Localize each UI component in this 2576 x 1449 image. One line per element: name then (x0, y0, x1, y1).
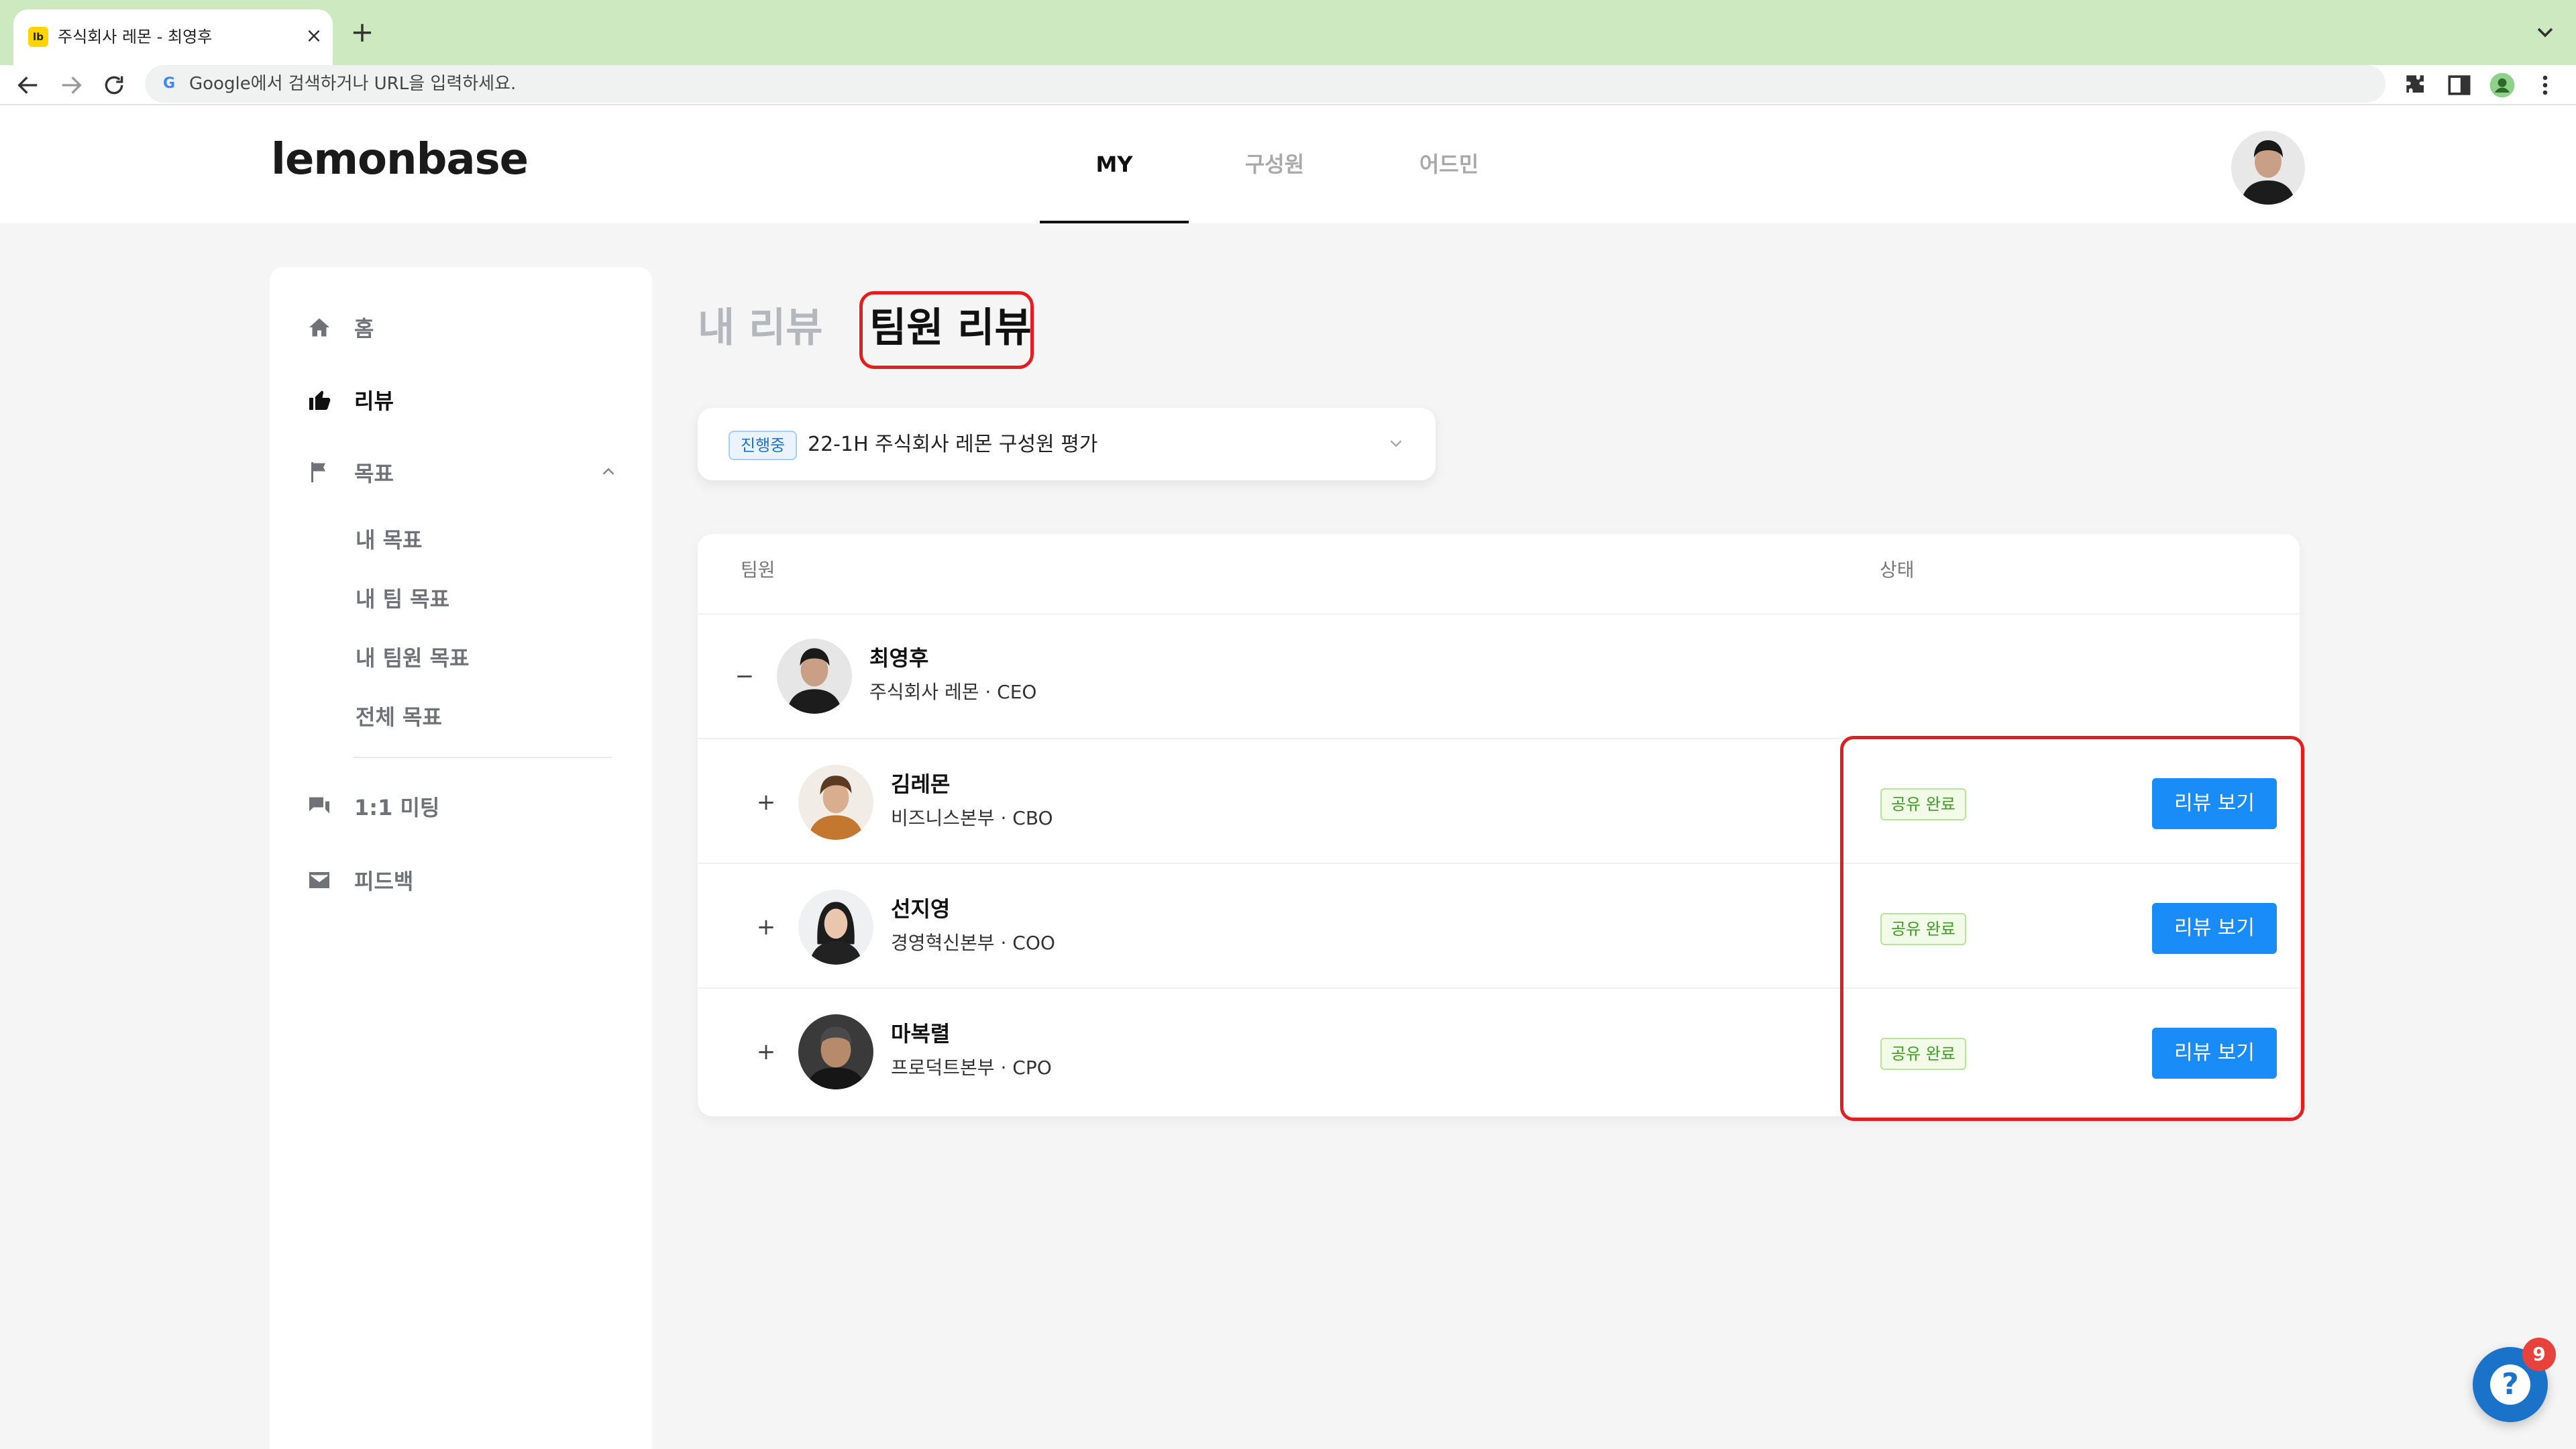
forward-arrow-icon[interactable] (58, 72, 85, 99)
nav-admin[interactable]: 어드민 (1389, 105, 1509, 223)
thumbs-up-icon (306, 386, 333, 413)
collapse-toggle[interactable]: − (731, 663, 758, 690)
sidebar-item-one-on-one[interactable]: 1:1 미팅 (306, 786, 439, 826)
member-name: 마복렬 (891, 1021, 951, 1046)
tab-close-icon[interactable]: × (301, 23, 327, 50)
nav-members[interactable]: 구성원 (1214, 105, 1335, 223)
review-cycle-select[interactable]: 진행중 22-1H 주식회사 레몬 구성원 평가 (698, 408, 1436, 480)
tab-title: 주식회사 레몬 - 최영후 (58, 28, 213, 46)
lemonbase-logo[interactable]: lemonbase (271, 135, 529, 184)
google-g-icon: G (162, 75, 176, 92)
expand-toggle[interactable]: + (753, 1038, 780, 1065)
nav-my[interactable]: MY (1040, 105, 1189, 223)
member-name: 김레몬 (891, 771, 951, 797)
home-icon (306, 314, 333, 341)
sidebar-item-goals[interactable]: 목표 (306, 452, 394, 492)
expand-toggle[interactable]: + (753, 914, 780, 941)
sidebar-subitem-all-goals[interactable]: 전체 목표 (356, 700, 442, 731)
tab-search-chevron-icon[interactable] (2532, 19, 2559, 46)
avatar (798, 1014, 873, 1089)
column-header-member: 팀원 (741, 559, 775, 581)
sidebar-item-review[interactable]: 리뷰 (306, 380, 394, 420)
member-title: 주식회사 레몬 · CEO (869, 681, 1037, 703)
chat-icon (306, 793, 333, 820)
sidebar-item-label: 홈 (354, 316, 374, 341)
lemonbase-favicon-icon: lb (28, 27, 48, 47)
chevron-up-icon[interactable] (598, 462, 619, 482)
sidebar-item-label: 목표 (354, 461, 394, 486)
reload-icon[interactable] (101, 72, 127, 99)
expand-toggle[interactable]: + (753, 789, 780, 816)
highlight-box-status-column (1840, 736, 2304, 1121)
sidebar-item-label: 피드백 (354, 869, 414, 894)
sidebar-item-label: 1:1 미팅 (354, 795, 440, 820)
sidebar-subitem-team-goals[interactable]: 내 팀 목표 (356, 582, 449, 613)
sidebar-divider (353, 757, 612, 758)
sidebar-item-label: 리뷰 (354, 388, 394, 414)
profile-account-icon[interactable] (2487, 70, 2517, 100)
notification-badge: 9 (2522, 1338, 2556, 1371)
avatar (798, 765, 873, 840)
browser-tab-strip: lb 주식회사 레몬 - 최영후 × + (0, 0, 2576, 65)
browser-tab[interactable]: lb 주식회사 레몬 - 최영후 × (13, 9, 333, 65)
tab-my-review[interactable]: 내 리뷰 (698, 295, 823, 354)
member-title: 경영혁신본부 · COO (891, 932, 1055, 954)
cycle-label: 22-1H 주식회사 레몬 구성원 평가 (808, 433, 1098, 456)
member-title: 프로덕트본부 · CPO (891, 1057, 1052, 1079)
sidebar-subitem-my-goals[interactable]: 내 목표 (356, 523, 422, 554)
address-bar-placeholder: Google에서 검색하거나 URL을 입력하세요. (189, 74, 517, 94)
extensions-puzzle-icon[interactable] (2402, 70, 2431, 100)
question-icon: ? (2490, 1364, 2530, 1405)
chevron-down-icon (1386, 433, 1406, 453)
sidebar-item-feedback[interactable]: 피드백 (306, 860, 413, 900)
browser-toolbar: G Google에서 검색하거나 URL을 입력하세요. (0, 65, 2576, 105)
avatar (777, 639, 852, 714)
member-name: 최영후 (869, 645, 929, 671)
mail-icon (306, 867, 333, 894)
avatar (798, 890, 873, 965)
flag-icon (306, 459, 333, 486)
table-row: − 최영후 주식회사 레몬 · CEO (698, 613, 2300, 738)
column-header-status: 상태 (1880, 559, 1915, 581)
sidebar: 홈 리뷰 목표 내 목표 내 팀 목표 내 팀원 목표 전체 목표 1:1 미팅… (270, 267, 652, 1449)
side-panel-icon[interactable] (2445, 70, 2474, 100)
user-avatar[interactable] (2231, 131, 2305, 205)
member-name: 선지영 (891, 896, 951, 922)
member-title: 비즈니스본부 · CBO (891, 807, 1053, 829)
nav-active-indicator (1040, 221, 1189, 223)
back-arrow-icon[interactable] (15, 72, 42, 99)
new-tab-button[interactable]: + (347, 17, 377, 47)
sidebar-item-home[interactable]: 홈 (306, 307, 374, 347)
address-bar[interactable]: G Google에서 검색하거나 URL을 입력하세요. (145, 65, 2385, 103)
browser-menu-icon[interactable] (2530, 70, 2560, 100)
sidebar-subitem-member-goals[interactable]: 내 팀원 목표 (356, 641, 469, 672)
highlight-box-team-tab (859, 291, 1034, 369)
app-header: lemonbase MY 구성원 어드민 (0, 105, 2576, 223)
cycle-status-badge: 진행중 (729, 431, 798, 460)
